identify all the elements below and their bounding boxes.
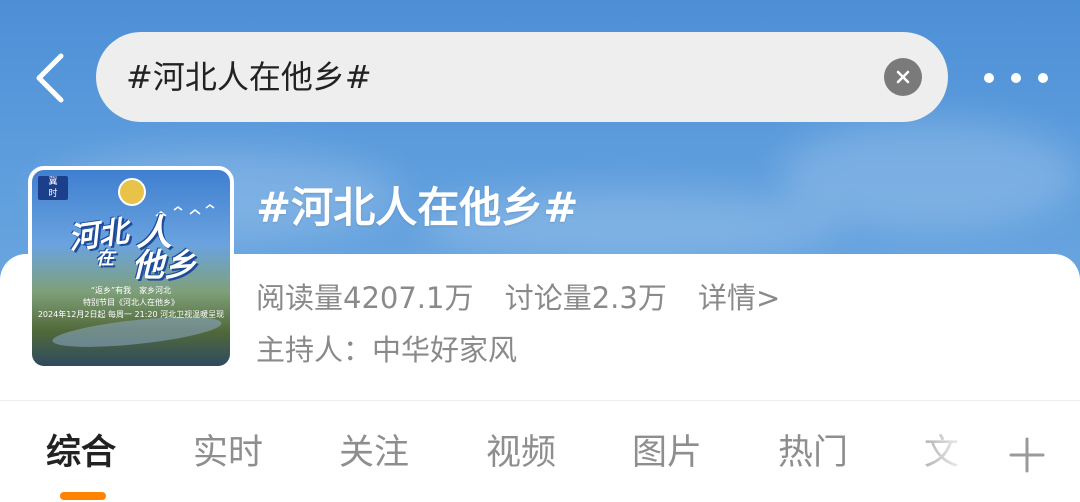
tab-comprehensive[interactable]: 综合: [46, 428, 116, 478]
read-count: 阅读量4207.1万: [256, 281, 474, 315]
topic-host: 主持人：中华好家风: [256, 333, 518, 367]
tab-hot[interactable]: 热门: [778, 428, 848, 478]
tab-bar: 综合 实时 关注 视频 图片 热门 文: [0, 410, 1080, 502]
tab-articles[interactable]: 文: [924, 428, 959, 478]
back-button[interactable]: [22, 46, 78, 110]
detail-link[interactable]: 详情>: [698, 281, 780, 315]
clear-search-button[interactable]: [884, 58, 922, 96]
active-tab-indicator: [60, 492, 106, 500]
cover-seal-icon: [118, 178, 146, 206]
topic-cover-image: 冀时 河北 人 在 他乡 “返乡”有我 家乡河北 特别节目《河北人在他乡》 20…: [28, 166, 234, 370]
search-query-text: #河北人在他乡#: [126, 58, 372, 96]
tab-images[interactable]: 图片: [632, 428, 702, 478]
divider: [0, 400, 1080, 401]
more-options-button[interactable]: [984, 60, 1048, 96]
topic-stats: 阅读量4207.1万 讨论量2.3万 详情>: [256, 276, 802, 320]
search-input[interactable]: #河北人在他乡#: [96, 32, 948, 122]
tab-realtime[interactable]: 实时: [193, 428, 263, 478]
chevron-left-icon: [36, 53, 64, 103]
more-horizontal-icon: [984, 73, 994, 83]
tab-video[interactable]: 视频: [486, 428, 556, 478]
topic-title: #河北人在他乡#: [256, 183, 579, 232]
discussion-count: 讨论量2.3万: [504, 281, 667, 315]
add-tab-button[interactable]: [1008, 436, 1046, 474]
cover-logo: 冀时: [38, 176, 68, 200]
tab-following[interactable]: 关注: [339, 428, 409, 478]
plus-icon: [1009, 437, 1045, 473]
close-icon: [896, 70, 910, 84]
